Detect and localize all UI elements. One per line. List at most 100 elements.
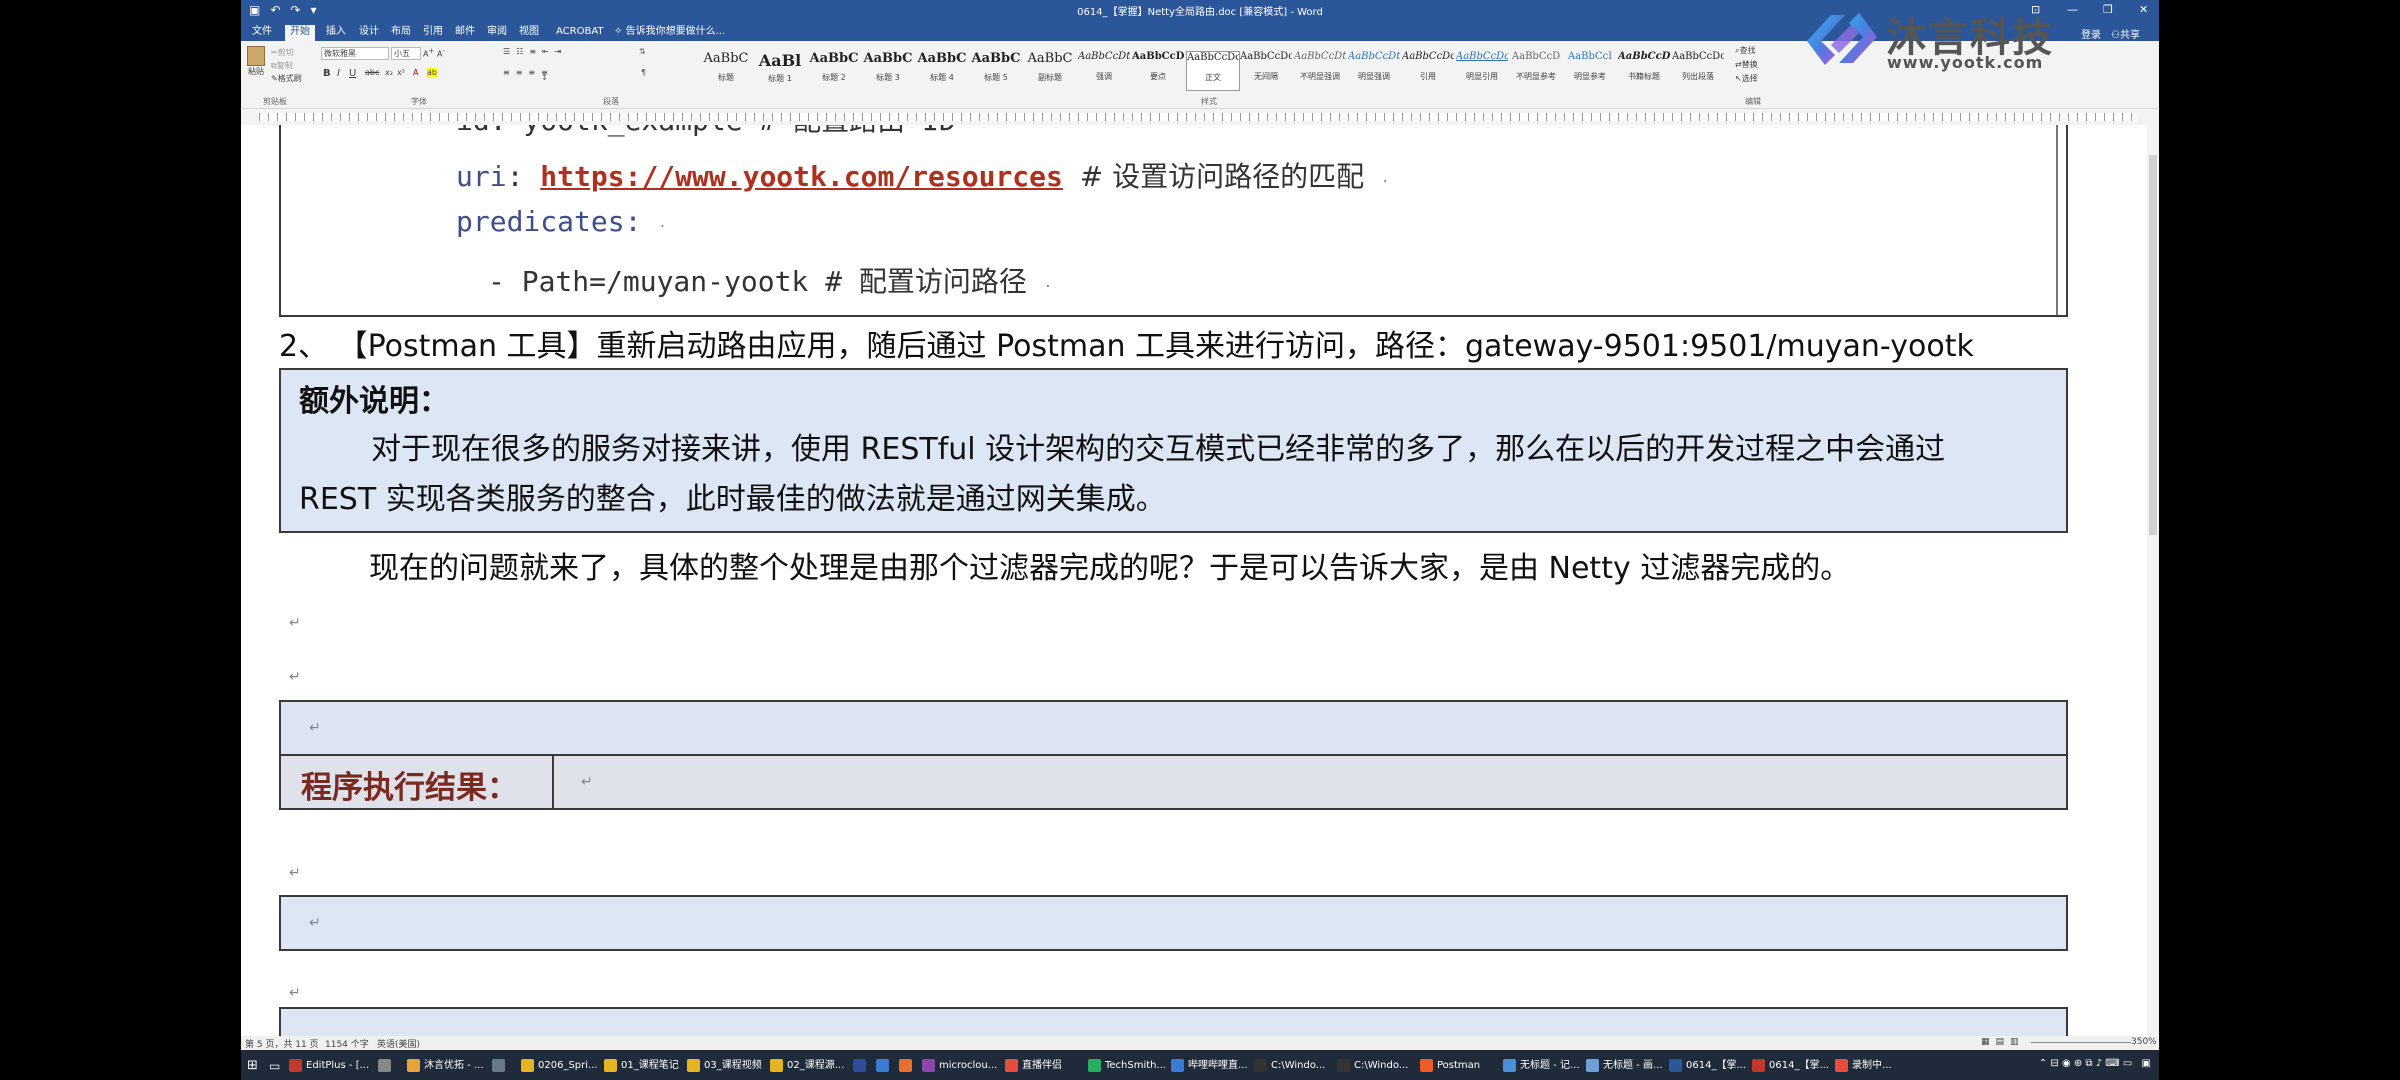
select-button[interactable]: ↖选择 bbox=[1735, 73, 1758, 84]
underline-button[interactable]: U bbox=[349, 68, 356, 79]
show-marks-icon[interactable]: ¶ bbox=[641, 68, 646, 77]
taskbar-item[interactable]: C:\Windo... bbox=[1337, 1057, 1419, 1075]
tab-layout[interactable]: 布局 bbox=[386, 25, 416, 39]
language-status[interactable]: 英语(美国) bbox=[377, 1037, 420, 1050]
code-block-inner-border bbox=[2056, 125, 2058, 315]
format-painter-button[interactable]: ✎格式刷 bbox=[271, 73, 302, 84]
style-heading-5[interactable]: AaBbC 标题 5 bbox=[970, 51, 1022, 89]
find-button[interactable]: ⌕查找 bbox=[1735, 45, 1755, 56]
style-title[interactable]: AaBbC 标题 bbox=[700, 51, 752, 89]
list-buttons[interactable]: ☰☷≡⇤⇥ bbox=[503, 47, 567, 56]
page-count[interactable]: 第 5 页，共 11 页 bbox=[245, 1037, 319, 1050]
taskbar-item[interactable]: 0206_Spri... bbox=[521, 1057, 603, 1075]
grow-font-icon[interactable]: A+ bbox=[423, 47, 434, 59]
document-page[interactable]: id: yootk_example # 配置路由 ID uri: https:/… bbox=[241, 125, 2159, 1036]
tab-file[interactable]: 文件 bbox=[247, 25, 277, 39]
italic-button[interactable]: I bbox=[337, 68, 340, 79]
paste-button[interactable]: 粘贴 bbox=[245, 46, 267, 77]
style-intense-reference[interactable]: AaBbCcI 明显参考 bbox=[1564, 51, 1616, 89]
app-icon bbox=[1005, 1058, 1018, 1072]
taskbar-item[interactable] bbox=[492, 1057, 520, 1075]
clipboard-group-label: 剪贴板 bbox=[263, 97, 287, 106]
font-color-icon[interactable]: A bbox=[413, 68, 418, 77]
style-subtitle[interactable]: AaBbC 副标题 bbox=[1024, 51, 1076, 89]
taskbar-item-label: 0614_【掌... bbox=[1686, 1060, 1746, 1071]
paragraph-mark: ↵ bbox=[289, 865, 301, 881]
word-count[interactable]: 1154 个字 bbox=[325, 1037, 369, 1050]
tab-references[interactable]: 引用 bbox=[418, 25, 448, 39]
task-view-icon[interactable]: ▭ bbox=[269, 1057, 280, 1075]
taskbar-item[interactable]: 哔哩哔哩直... bbox=[1171, 1057, 1253, 1075]
replace-button[interactable]: ⇄替换 bbox=[1735, 59, 1758, 70]
taskbar-item[interactable] bbox=[853, 1057, 875, 1075]
copy-button[interactable]: ⧉复制 bbox=[271, 60, 293, 71]
superscript-button[interactable]: x² bbox=[397, 68, 405, 77]
taskbar-item[interactable]: 无标题 - 画... bbox=[1586, 1057, 1668, 1075]
taskbar-item[interactable] bbox=[378, 1057, 406, 1075]
shrink-font-icon[interactable]: A- bbox=[437, 47, 445, 59]
tab-design[interactable]: 设计 bbox=[354, 25, 384, 39]
taskbar-item[interactable]: Postman bbox=[1420, 1057, 1502, 1075]
tab-view[interactable]: 视图 bbox=[514, 25, 544, 39]
zoom-slider[interactable] bbox=[2031, 1042, 2131, 1043]
strikethrough-button[interactable]: abc bbox=[365, 68, 379, 77]
taskbar-item[interactable]: 直播伴侣 bbox=[1005, 1057, 1087, 1075]
taskbar-item[interactable]: EditPlus - [... bbox=[289, 1057, 377, 1075]
notification-icon[interactable]: ▣ bbox=[2142, 1058, 2151, 1069]
taskbar-item[interactable]: 02_课程源... bbox=[770, 1057, 852, 1075]
line-spacing-icon[interactable]: ↕ bbox=[541, 73, 548, 82]
uri-link[interactable]: https://www.yootk.com/resources bbox=[540, 160, 1063, 193]
tray-icons[interactable]: ⌃ ⊟ ◉ ⊕ ⧉ ♪ ⌨ ▭ bbox=[2039, 1058, 2133, 1069]
taskbar-item[interactable]: 0614_【掌... bbox=[1669, 1057, 1751, 1075]
style-subtle-emphasis[interactable]: AaBbCcDt 不明显强调 bbox=[1294, 51, 1346, 89]
style-subtle-reference[interactable]: AaBbCcD 不明显参考 bbox=[1510, 51, 1562, 89]
style-heading-2[interactable]: AaBbC 标题 2 bbox=[808, 51, 860, 89]
style-intense-emphasis[interactable]: AaBbCcDt 明显强调 bbox=[1348, 51, 1400, 89]
style-no-spacing[interactable]: AaBbCcDc 无间隔 bbox=[1240, 51, 1292, 89]
highlight-icon[interactable]: ab bbox=[427, 68, 437, 77]
sort-icon[interactable]: ⇅ bbox=[639, 47, 646, 56]
style-emphasis[interactable]: AaBbCcDt 强调 bbox=[1078, 51, 1130, 89]
style-strong[interactable]: AaBbCcD 要点 bbox=[1132, 51, 1184, 89]
taskbar-item[interactable]: 无标题 - 记... bbox=[1503, 1057, 1585, 1075]
taskbar-item[interactable]: 03_课程视频 bbox=[687, 1057, 769, 1075]
app-icon bbox=[922, 1058, 935, 1072]
bold-button[interactable]: B bbox=[323, 68, 331, 79]
tab-home[interactable]: 开始 bbox=[285, 25, 315, 41]
taskbar-item[interactable]: 01_课程笔记 bbox=[604, 1057, 686, 1075]
taskbar-item[interactable]: 沐言优拓 - ... bbox=[407, 1057, 491, 1075]
style-heading-3[interactable]: AaBbC 标题 3 bbox=[862, 51, 914, 89]
view-buttons[interactable]: ▦▤▥ bbox=[1981, 1037, 2025, 1047]
app-icon bbox=[1835, 1058, 1848, 1072]
taskbar-item-label: 录制中... bbox=[1852, 1060, 1892, 1071]
taskbar-item[interactable]: microclou... bbox=[922, 1057, 1004, 1075]
font-size-select[interactable]: 小五 bbox=[391, 47, 421, 60]
taskbar-item[interactable]: 0614_【掌... bbox=[1752, 1057, 1834, 1075]
taskbar-item[interactable]: TechSmith... bbox=[1088, 1057, 1170, 1075]
style-list-paragraph[interactable]: AaBbCcDc 列出段落 bbox=[1672, 51, 1724, 89]
style-quote[interactable]: AaBbCcDc 引用 bbox=[1402, 51, 1454, 89]
vertical-scrollbar[interactable] bbox=[2147, 125, 2159, 1036]
tab-acrobat[interactable]: ACROBAT bbox=[551, 25, 609, 39]
tab-mailings[interactable]: 邮件 bbox=[450, 25, 480, 39]
start-icon[interactable]: ⊞ bbox=[247, 1057, 258, 1075]
subscript-button[interactable]: x₂ bbox=[385, 68, 393, 77]
taskbar-item[interactable]: C:\Windo... bbox=[1254, 1057, 1336, 1075]
taskbar-item[interactable] bbox=[876, 1057, 898, 1075]
style-normal[interactable]: AaBbCcDc 正文 bbox=[1186, 51, 1240, 91]
horizontal-ruler[interactable] bbox=[241, 109, 2159, 126]
style-heading-1[interactable]: AaBl 标题 1 bbox=[754, 51, 806, 89]
taskbar-item[interactable]: 录制中... bbox=[1835, 1057, 1905, 1075]
tell-me-box[interactable]: ✧ 告诉我你想要做什么... bbox=[609, 25, 730, 39]
cut-button[interactable]: ✂剪切 bbox=[271, 47, 294, 58]
taskbar-item[interactable] bbox=[899, 1057, 921, 1075]
style-intense-quote[interactable]: AaBbCcDc 明显引用 bbox=[1456, 51, 1508, 89]
zoom-level[interactable]: 350% bbox=[2131, 1037, 2157, 1047]
scroll-thumb[interactable] bbox=[2149, 155, 2157, 535]
taskbar-item-label: 0206_Spri... bbox=[538, 1060, 598, 1071]
font-name-select[interactable]: 微软雅黑 bbox=[321, 47, 389, 60]
tab-insert[interactable]: 插入 bbox=[321, 25, 351, 39]
style-book-title[interactable]: AaBbCcDi 书籍标题 bbox=[1618, 51, 1670, 89]
tab-review[interactable]: 审阅 bbox=[482, 25, 512, 39]
style-heading-4[interactable]: AaBbC 标题 4 bbox=[916, 51, 968, 89]
